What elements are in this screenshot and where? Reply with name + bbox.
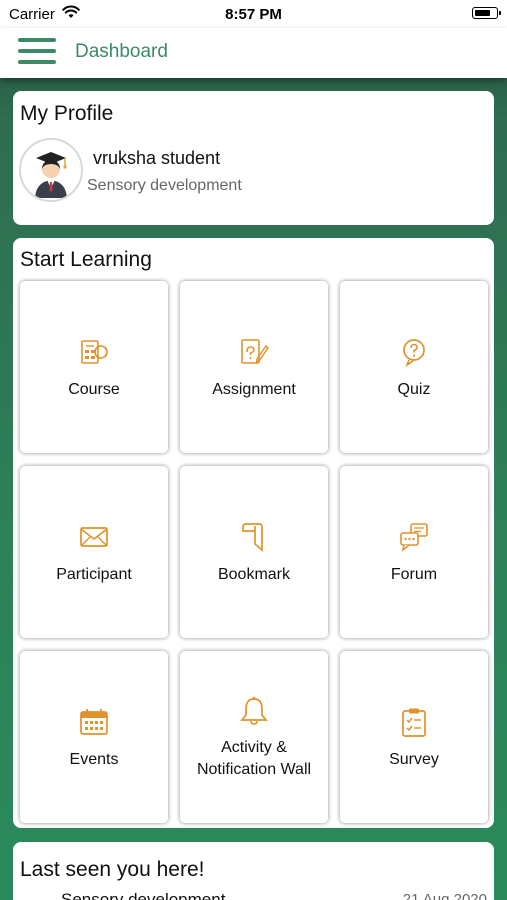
quiz-tile[interactable]: Quiz — [340, 281, 488, 453]
activity-label-line1: Activity & — [221, 739, 287, 756]
quiz-label: Quiz — [397, 381, 431, 398]
clock: 8:57 PM — [225, 6, 282, 23]
forum-tile[interactable]: Forum — [340, 466, 488, 638]
assignment-tile[interactable]: Assignment — [180, 281, 328, 453]
events-label: Events — [69, 751, 119, 768]
assignment-icon — [241, 339, 269, 364]
survey-label: Survey — [389, 751, 439, 768]
assignment-label: Assignment — [212, 381, 296, 398]
battery-icon — [472, 7, 501, 19]
survey-tile[interactable]: Survey — [340, 651, 488, 823]
last-seen-card: Last seen you here! Sensory development … — [13, 842, 494, 900]
hamburger-menu-icon[interactable] — [18, 38, 56, 66]
course-tile[interactable]: Course — [20, 281, 168, 453]
profile-card[interactable]: My Profile vruksha student Sensory devel… — [13, 91, 494, 225]
last-seen-title: Last seen you here! — [20, 858, 205, 881]
quiz-icon — [403, 339, 425, 367]
chat-bubbles-icon — [400, 523, 428, 552]
activity-label-line2: Notification Wall — [196, 761, 312, 778]
graduate-avatar-icon — [21, 140, 81, 200]
last-seen-date: 21 Aug 2020 — [402, 891, 487, 900]
bookmark-label: Bookmark — [217, 566, 291, 583]
start-learning-card: Start Learning Course Assignment Quiz Pa… — [13, 238, 494, 828]
course-label: Course — [68, 381, 120, 398]
participant-tile[interactable]: Participant — [20, 466, 168, 638]
participant-label: Participant — [56, 566, 132, 583]
profile-name: vruksha student — [93, 148, 221, 168]
calendar-icon — [80, 709, 108, 735]
avatar[interactable] — [19, 138, 83, 202]
profile-course: Sensory development — [87, 177, 242, 194]
envelope-icon — [80, 527, 108, 547]
page-title: Dashboard — [75, 41, 168, 62]
events-tile[interactable]: Events — [20, 651, 168, 823]
bookmark-tile[interactable]: Bookmark — [180, 466, 328, 638]
clipboard-icon — [402, 708, 426, 737]
bookmark-icon — [242, 523, 263, 552]
start-learning-title: Start Learning — [20, 248, 152, 271]
course-icon — [81, 340, 108, 364]
activity-notification-wall-label: Activity & Notification Wall — [180, 737, 328, 781]
status-bar: Carrier 8:57 PM — [0, 0, 507, 28]
forum-label: Forum — [390, 566, 438, 583]
activity-notification-wall-tile[interactable]: Activity & Notification Wall — [180, 651, 328, 823]
bell-icon — [240, 696, 268, 725]
profile-card-title: My Profile — [20, 102, 114, 125]
last-seen-course-link[interactable]: Sensory development — [61, 890, 225, 900]
top-nav-bar: Dashboard — [0, 28, 507, 78]
